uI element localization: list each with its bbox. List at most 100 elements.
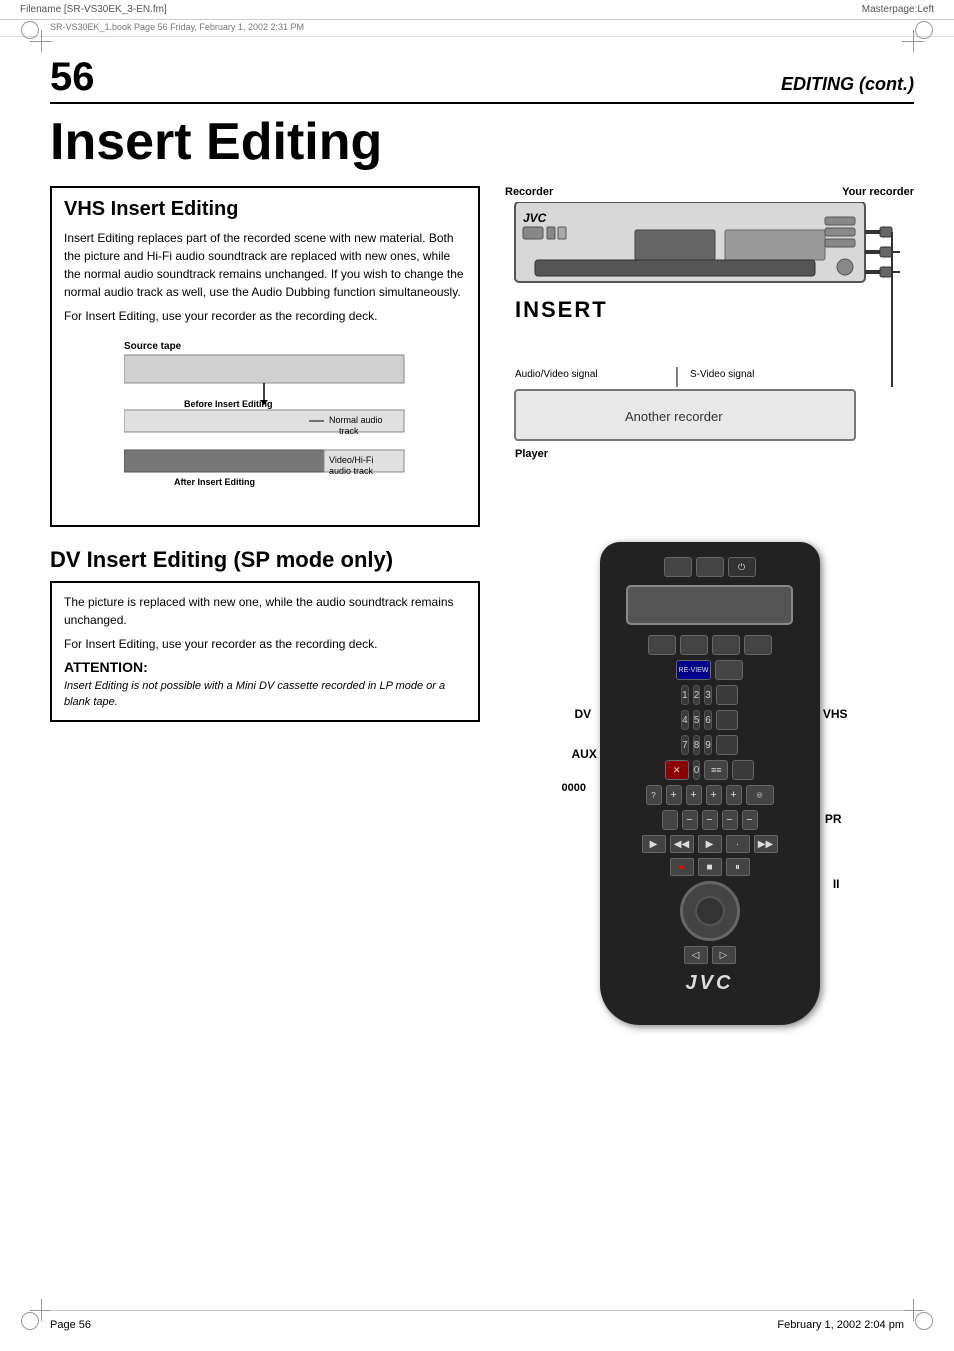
remote-btn-0[interactable]: 0 — [693, 760, 701, 780]
remote-pause-btn[interactable]: ⏸ — [726, 858, 750, 876]
remote-btn-5[interactable]: 5 — [693, 710, 701, 730]
vhs-section-title: VHS Insert Editing — [64, 198, 466, 221]
remote-btn-4[interactable]: 4 — [681, 710, 689, 730]
two-col-layout: VHS Insert Editing Insert Editing replac… — [50, 186, 914, 1025]
remote-plus2[interactable]: + — [686, 785, 702, 805]
svg-text:Normal audio: Normal audio — [329, 415, 383, 425]
tape-diagram: Source tape Recording tape Before I — [124, 335, 466, 500]
remote-power-btn[interactable]: ⏻ — [728, 557, 756, 577]
corner-mark-br — [902, 1299, 924, 1321]
remote-num-row2: 4 5 6 — [612, 710, 808, 730]
remote-stop-btn[interactable]: ■ — [698, 858, 722, 876]
dv-box: The picture is replaced with new one, wh… — [50, 581, 480, 722]
remote-minus2[interactable]: − — [702, 810, 718, 830]
svg-text:track: track — [339, 426, 359, 436]
remote-space1 — [662, 810, 678, 830]
vhs-body2: For Insert Editing, use your recorder as… — [64, 307, 466, 325]
remote-side-btn2[interactable] — [716, 710, 738, 730]
remote-circle-btn[interactable]: ◎ — [746, 785, 774, 805]
pr-label: PR — [825, 812, 842, 826]
recorder-diagram: Recorder Your recorder JVC — [505, 186, 914, 522]
remote-btn-2[interactable]: 2 — [693, 685, 701, 705]
remote-plus3[interactable]: + — [706, 785, 722, 805]
footer-date: February 1, 2002 2:04 pm — [777, 1319, 904, 1331]
page-number: 56 — [50, 57, 95, 97]
remote-btn-3[interactable]: 3 — [704, 685, 712, 705]
main-title: Insert Editing — [50, 114, 914, 171]
remote-plus4[interactable]: + — [726, 785, 742, 805]
remote-ff-btn[interactable]: ▶▶ — [754, 835, 778, 853]
page-header-row: 56 EDITING (cont.) — [50, 57, 914, 104]
page-footer: Page 56 February 1, 2002 2:04 pm — [50, 1310, 904, 1331]
remote-wrapper: DV VHS AUX PR II 0000 ⏻ — [600, 542, 820, 1025]
remote-screen — [626, 585, 793, 625]
remote-rec-btn[interactable]: ● — [670, 858, 694, 876]
source-tape-label: Source tape — [124, 341, 182, 352]
dv-section: DV Insert Editing (SP mode only) The pic… — [50, 547, 480, 722]
book-ref: SR-VS30EK_1.book Page 56 Friday, Februar… — [0, 20, 954, 37]
corner-circle-br — [915, 1312, 933, 1330]
svg-text:INSERT: INSERT — [515, 297, 608, 322]
remote-side-btn1[interactable] — [716, 685, 738, 705]
vhs-box: VHS Insert Editing Insert Editing replac… — [50, 186, 480, 527]
remote-minus4[interactable]: − — [742, 810, 758, 830]
jog-inner — [695, 896, 725, 926]
aux-label: AUX — [572, 747, 597, 761]
svg-text:Player: Player — [515, 448, 549, 460]
svg-text:JVC: JVC — [523, 211, 547, 225]
remote-side-btn4[interactable] — [732, 760, 754, 780]
top-header: Filename [SR-VS30EK_3-EN.fm] Masterpage:… — [0, 0, 954, 20]
remote-review-row: RE-VIEW — [612, 660, 808, 680]
your-recorder-label: Your recorder — [842, 186, 914, 198]
remote-dot-btn[interactable]: · — [726, 835, 750, 853]
remote-skip-fwd[interactable]: ▷ — [712, 946, 736, 964]
remote-top-btn4[interactable] — [744, 635, 772, 655]
recorder-label-row: Recorder Your recorder — [505, 186, 914, 198]
vhs-body1: Insert Editing replaces part of the reco… — [64, 229, 466, 301]
zero-label: 0000 — [562, 782, 586, 794]
dv-body2: For Insert Editing, use your recorder as… — [64, 635, 466, 653]
remote-q-btn[interactable]: ? — [646, 785, 662, 805]
remote-top-btn3[interactable] — [712, 635, 740, 655]
dv-body1: The picture is replaced with new one, wh… — [64, 593, 466, 629]
jog-wheel[interactable] — [680, 881, 740, 941]
remote-cancel-btn[interactable]: ✕ — [665, 760, 689, 780]
remote-btn-8[interactable]: 8 — [693, 735, 701, 755]
vhs-label: VHS — [823, 707, 848, 721]
remote-top-row — [612, 635, 808, 655]
remote-plus1[interactable]: + — [666, 785, 682, 805]
remote-blue-btn[interactable]: RE-VIEW — [676, 660, 711, 680]
corner-mark-bl — [30, 1299, 52, 1321]
corner-circle-bl — [21, 1312, 39, 1330]
remote-skip-back[interactable]: ◁ — [684, 946, 708, 964]
remote-transport-row1: ▶ ◀◀ ▶ · ▶▶ — [612, 835, 808, 853]
remote: ⏻ — [600, 542, 820, 1025]
remote-side-btn3[interactable] — [716, 735, 738, 755]
tape-svg: Source tape Recording tape Before I — [124, 335, 444, 495]
remote-btn-7[interactable]: 7 — [681, 735, 689, 755]
remote-btn-6[interactable]: 6 — [704, 710, 712, 730]
remote-transport-area: ▶ ◀◀ ▶ · ▶▶ ● ■ ⏸ — [612, 835, 808, 876]
remote-btn-small2[interactable] — [696, 557, 724, 577]
remote-btn-9[interactable]: 9 — [704, 735, 712, 755]
remote-top-btn2[interactable] — [680, 635, 708, 655]
section-title: EDITING (cont.) — [781, 74, 914, 95]
masterpage-label: Masterpage:Left — [862, 4, 934, 15]
remote-btn-1[interactable]: 1 — [681, 685, 689, 705]
svg-text:Video/Hi-Fi: Video/Hi-Fi — [329, 455, 373, 465]
remote-skip-row: ◁ ▷ — [612, 946, 808, 964]
attention-title: ATTENTION: — [64, 659, 466, 675]
remote-play-btn[interactable]: ▶ — [698, 835, 722, 853]
remote-mid-btn[interactable] — [715, 660, 743, 680]
attention-text: Insert Editing is not possible with a Mi… — [64, 679, 466, 710]
remote-minus3[interactable]: − — [722, 810, 738, 830]
recorder-label: Recorder — [505, 186, 553, 198]
remote-btn-small1[interactable] — [664, 557, 692, 577]
remote-ok-btn[interactable]: ≡≡ — [704, 760, 728, 780]
remote-play-indicator: ▶ — [642, 835, 666, 853]
svg-text:Another recorder: Another recorder — [625, 409, 723, 424]
remote-top-btn1[interactable] — [648, 635, 676, 655]
remote-rew-btn[interactable]: ◀◀ — [670, 835, 694, 853]
svg-text:Before Insert Editing: Before Insert Editing — [184, 399, 273, 409]
remote-minus1[interactable]: − — [682, 810, 698, 830]
